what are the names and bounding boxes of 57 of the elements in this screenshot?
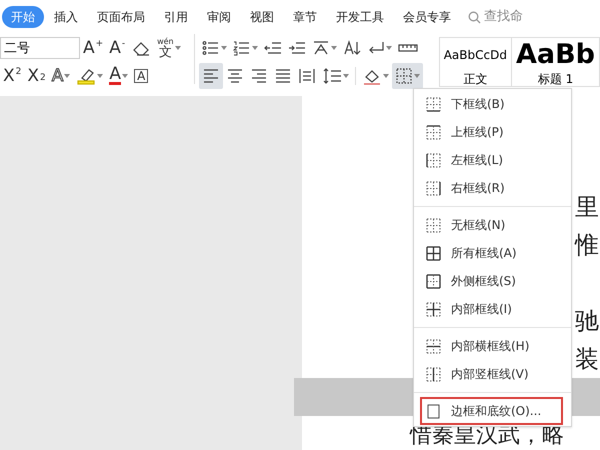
align-left-button[interactable] xyxy=(198,63,223,89)
sort-icon xyxy=(342,39,361,57)
font-color-button[interactable]: A xyxy=(106,63,132,89)
border-icon xyxy=(426,246,441,260)
border-icon xyxy=(426,124,441,140)
text-fragment: 里 xyxy=(575,193,599,221)
line-spacing-icon xyxy=(322,67,342,85)
ribbon-tab[interactable]: 章节 xyxy=(284,6,326,28)
ribbon-tab[interactable]: 开发工具 xyxy=(327,6,393,28)
borders-button[interactable] xyxy=(392,63,423,89)
layout-icon xyxy=(312,39,330,57)
menu-item[interactable]: 左框线(L) xyxy=(414,146,571,174)
search-icon xyxy=(468,10,480,24)
menu-item[interactable]: 上框线(P) xyxy=(414,118,571,146)
menu-item[interactable]: 下框线(B) xyxy=(414,90,571,118)
text-fragment: 驰 xyxy=(575,307,599,335)
border-icon xyxy=(426,218,441,232)
ribbon-tab[interactable]: 审阅 xyxy=(198,6,240,28)
align-center-icon xyxy=(226,67,244,85)
menu-item[interactable]: 无框线(N) xyxy=(414,211,571,239)
border-icon xyxy=(426,152,441,168)
border-icon xyxy=(426,338,441,354)
align-right-icon xyxy=(250,67,268,85)
text-fragment: 装 xyxy=(575,345,599,373)
border-icon xyxy=(426,180,441,196)
border-icon xyxy=(426,302,441,316)
menu-item[interactable]: 内部框线(I) xyxy=(414,295,571,323)
page-icon xyxy=(426,404,441,418)
character-border-button[interactable]: A xyxy=(131,63,152,89)
highlighter-icon xyxy=(76,67,96,85)
align-left-icon xyxy=(202,67,220,85)
ribbon-tab[interactable]: 页面布局 xyxy=(88,6,154,28)
border-icon xyxy=(426,274,441,288)
format-button[interactable]: X$^{2}$ xyxy=(0,63,24,89)
border-icon xyxy=(426,96,441,112)
numbered-list-icon xyxy=(232,39,251,57)
menu-item[interactable]: 所有框线(A) xyxy=(414,239,571,267)
menu-item[interactable]: 右框线(R) xyxy=(414,174,571,202)
menu-item[interactable]: 边框和底纹(O)... xyxy=(420,397,563,425)
distribute-icon xyxy=(298,67,316,85)
format-button[interactable]: A$^{-}$ xyxy=(106,35,128,61)
ribbon-tab[interactable]: 引用 xyxy=(155,6,197,28)
menu-item[interactable]: 外侧框线(S) xyxy=(414,267,571,295)
ribbon-tab[interactable]: 会员专享 xyxy=(394,6,460,28)
border-icon xyxy=(426,366,441,382)
search-field[interactable]: 查找命 xyxy=(468,7,523,27)
justify-icon xyxy=(274,67,292,85)
pinyin-button[interactable]: wén 文 xyxy=(154,35,184,61)
format-button[interactable]: A$^{+}$ xyxy=(80,35,106,61)
menu-item[interactable]: 内部竖框线(V) xyxy=(414,360,571,388)
menu-item[interactable]: 内部横框线(H) xyxy=(414,332,571,360)
ribbon-tab[interactable]: 视图 xyxy=(241,6,283,28)
bullet-list-icon xyxy=(202,39,220,57)
font-size-field[interactable]: 二号 xyxy=(0,37,80,59)
borders-icon xyxy=(394,67,413,85)
text-fragment: 惟 xyxy=(575,231,599,259)
ribbon-tab[interactable]: 插入 xyxy=(45,6,87,28)
